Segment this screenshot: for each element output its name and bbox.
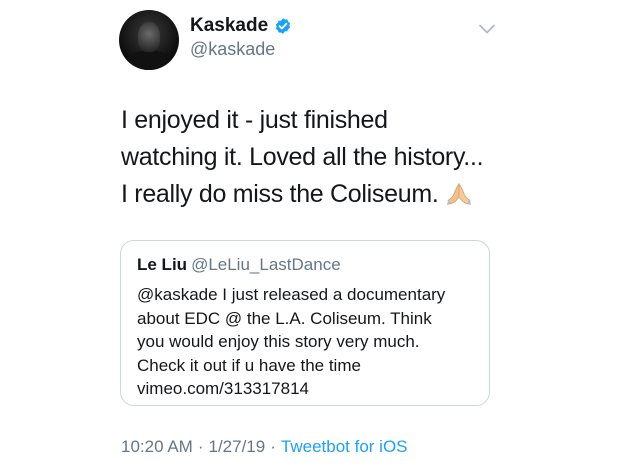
tweet-time[interactable]: 10:20 AM	[121, 437, 193, 456]
author-handle[interactable]: @kaskade	[190, 39, 275, 60]
quoted-text-line: about EDC @ the L.A. Coliseum. Think	[137, 308, 432, 328]
tweet: Kaskade @kaskade I enjoyed it - just fin…	[0, 0, 620, 472]
quoted-author-handle: @LeLiu_LastDance	[191, 255, 341, 274]
tweet-text-line: I enjoyed it - just finished	[121, 106, 388, 134]
tweet-text: I enjoyed it - just finished watching it…	[121, 102, 521, 213]
tweet-text-line: watching it. Loved all the history...	[121, 143, 484, 171]
author-name-row: Kaskade	[190, 15, 292, 37]
avatar[interactable]	[119, 10, 179, 70]
quoted-tweet-header: Le Liu @LeLiu_LastDance	[137, 255, 341, 275]
tweet-text-line-last: I really do miss the Coliseum.	[121, 176, 521, 213]
quoted-author-name: Le Liu	[137, 255, 188, 274]
quoted-text-line: vimeo.com/313317814	[137, 379, 310, 398]
meta-separator: ·	[197, 437, 204, 456]
tweet-text-line-content: I really do miss the Coliseum.	[121, 180, 439, 208]
chevron-down-icon[interactable]	[478, 22, 496, 36]
quoted-tweet-text: @kaskade I just released a documentary a…	[137, 283, 482, 401]
quoted-text-line: @kaskade I just released a documentary	[137, 285, 446, 304]
meta-separator: ·	[270, 437, 276, 456]
tweet-date[interactable]: 1/27/19	[209, 437, 266, 456]
quoted-tweet-card[interactable]: Le Liu @LeLiu_LastDance @kaskade I just r…	[120, 240, 490, 406]
quoted-text-line: Check it out if u have the time	[137, 355, 361, 375]
folded-hands-emoji-icon	[446, 182, 471, 205]
quoted-text-line: you would enjoy this story very much.	[137, 332, 420, 351]
display-name[interactable]: Kaskade	[190, 15, 268, 37]
tweet-source-link[interactable]: Tweetbot for iOS	[281, 437, 408, 456]
avatar-face	[138, 22, 160, 52]
tweet-metadata: 10:20 AM · 1/27/19 · Tweetbot for iOS	[121, 437, 408, 457]
verified-badge-icon	[276, 18, 291, 34]
avatar-shoulders	[125, 50, 173, 70]
